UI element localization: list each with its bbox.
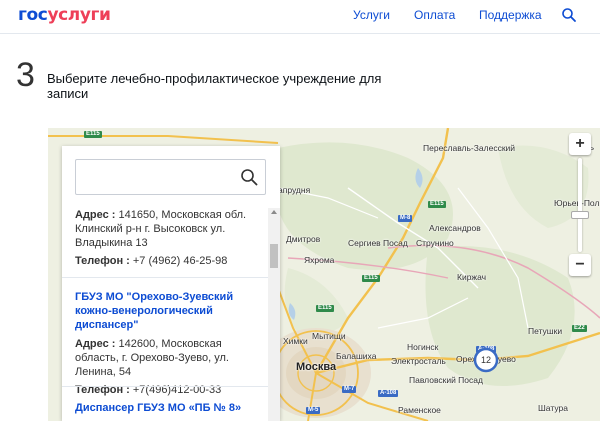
- road-number-badge: M-7: [342, 386, 357, 393]
- zoom-out-button[interactable]: −: [569, 254, 591, 276]
- map-cluster-marker[interactable]: 12: [473, 347, 499, 373]
- address-label: Адрес :: [75, 338, 116, 350]
- gosuslugi-logo[interactable]: госуслуги: [18, 5, 111, 25]
- cluster-count: 12: [480, 355, 491, 365]
- clinic-name-link[interactable]: ГБУЗ МО "Орехово-Зуевский кожно-венероло…: [75, 290, 265, 332]
- map-city-label: Александров: [429, 223, 481, 233]
- map-city-label: Киржач: [457, 272, 487, 282]
- clinic-phone: Телефон : +7 (4962) 46-25-98: [75, 254, 265, 268]
- road-number-badge: E115: [428, 201, 446, 208]
- road-number-badge: E115: [362, 275, 380, 282]
- step-number: 3: [16, 56, 35, 94]
- map-city-label: Электросталь: [391, 356, 446, 366]
- step-title: Выберите лечебно-профилактическое учрежд…: [47, 71, 382, 101]
- map-city-label: Химки: [283, 336, 308, 346]
- map-city-label: Яхрома: [304, 255, 335, 265]
- phone-label: Телефон :: [75, 255, 130, 267]
- search-icon[interactable]: [561, 7, 577, 23]
- top-header: госуслуги Услуги Оплата Поддержка: [0, 0, 600, 34]
- list-scrollbar[interactable]: [268, 208, 280, 421]
- list-divider: [62, 277, 268, 278]
- logo-part-gos: гос: [18, 5, 48, 25]
- map-city-label: Переславль-Залесский: [423, 143, 516, 153]
- zoom-in-button[interactable]: +: [569, 133, 591, 155]
- map-city-label: Сергиев Посад: [348, 238, 408, 248]
- clinic-address: Адрес : 141650, Московская обл. Клинский…: [75, 208, 265, 250]
- nav-link-payment[interactable]: Оплата: [414, 8, 455, 22]
- road-number-badge: E115: [316, 305, 334, 312]
- nav-link-support[interactable]: Поддержка: [479, 8, 542, 22]
- road-number-badge: E22: [572, 325, 587, 332]
- address-label: Адрес :: [75, 209, 116, 221]
- map-city-label: Москва: [296, 361, 337, 373]
- logo-part-uslugi: услуги: [47, 5, 111, 25]
- zoom-slider-track[interactable]: [578, 158, 582, 252]
- zoom-slider-handle[interactable]: [571, 211, 589, 219]
- phone-value: +7 (4962) 46-25-98: [132, 255, 228, 267]
- map-city-label: Балашиха: [336, 351, 377, 361]
- map-city-label: апрудня: [278, 185, 311, 195]
- clinic-list-panel: Адрес : 141650, Московская обл. Клинский…: [62, 146, 280, 421]
- clinic-search-input[interactable]: [82, 168, 232, 186]
- list-divider: [62, 386, 268, 387]
- map-city-label: Струнино: [416, 238, 454, 248]
- map-city-label: Дмитров: [286, 234, 321, 244]
- list-item[interactable]: ГБУЗ МО "Орехово-Зуевский кожно-венероло…: [75, 290, 265, 397]
- clinic-list: Адрес : 141650, Московская обл. Клинский…: [62, 208, 268, 421]
- road-number-badge: E115: [84, 131, 102, 138]
- map-city-label: Раменское: [398, 405, 441, 415]
- map-city-label: Шатура: [538, 403, 568, 413]
- nav-link-services[interactable]: Услуги: [353, 8, 390, 22]
- map-city-label: Ногинск: [407, 342, 439, 352]
- clinic-search-field: [75, 159, 266, 195]
- scrollbar-thumb[interactable]: [270, 244, 278, 268]
- scroll-up-arrow-icon[interactable]: [271, 210, 277, 214]
- search-icon[interactable]: [240, 168, 258, 186]
- map-city-label: Павловский Посад: [409, 375, 483, 385]
- clinic-name-link[interactable]: Диспансер ГБУЗ МО «ПБ № 8»: [75, 401, 265, 415]
- map-city-label: Юрьев-Польс: [554, 198, 600, 208]
- map-city-label: Мытищи: [312, 331, 346, 341]
- road-number-badge: M-8: [398, 215, 413, 222]
- clinic-address: Адрес : 142600, Московская область, г. О…: [75, 337, 265, 379]
- road-number-badge: A-108: [378, 390, 399, 397]
- list-item[interactable]: Адрес : 141650, Московская обл. Клинский…: [75, 208, 265, 268]
- map-city-label: Петушки: [528, 326, 563, 336]
- list-item[interactable]: Диспансер ГБУЗ МО «ПБ № 8»: [75, 401, 265, 415]
- road-number-badge: M-5: [306, 407, 321, 414]
